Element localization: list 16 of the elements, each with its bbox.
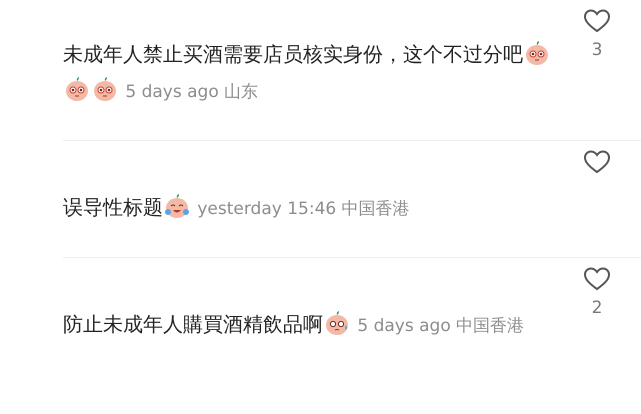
like-icon[interactable] <box>583 149 611 175</box>
big-eyes-emoji-icon <box>524 40 550 66</box>
comment-text: 未成年人禁止买酒需要店员核实身份，这个不过分吧 <box>63 42 523 66</box>
like-count: 3 <box>592 39 602 62</box>
comment-text: 防止未成年人購買酒精飲品啊 <box>63 312 323 336</box>
comment-meta: 5 days ago 中国香港 <box>357 316 524 336</box>
like-count: 2 <box>592 297 602 320</box>
comment-text: 误导性标题 <box>63 195 163 219</box>
nervous-sweat-emoji-icon <box>324 310 350 336</box>
like-icon[interactable] <box>583 8 611 34</box>
comment-meta: yesterday 15:46 中国香港 <box>197 199 410 219</box>
big-eyes-emoji-icon <box>92 76 118 102</box>
tears-of-joy-emoji-icon <box>164 193 190 219</box>
like-icon[interactable] <box>583 266 611 292</box>
comment-meta: 5 days ago 山东 <box>125 82 258 102</box>
big-eyes-emoji-icon <box>64 76 90 102</box>
